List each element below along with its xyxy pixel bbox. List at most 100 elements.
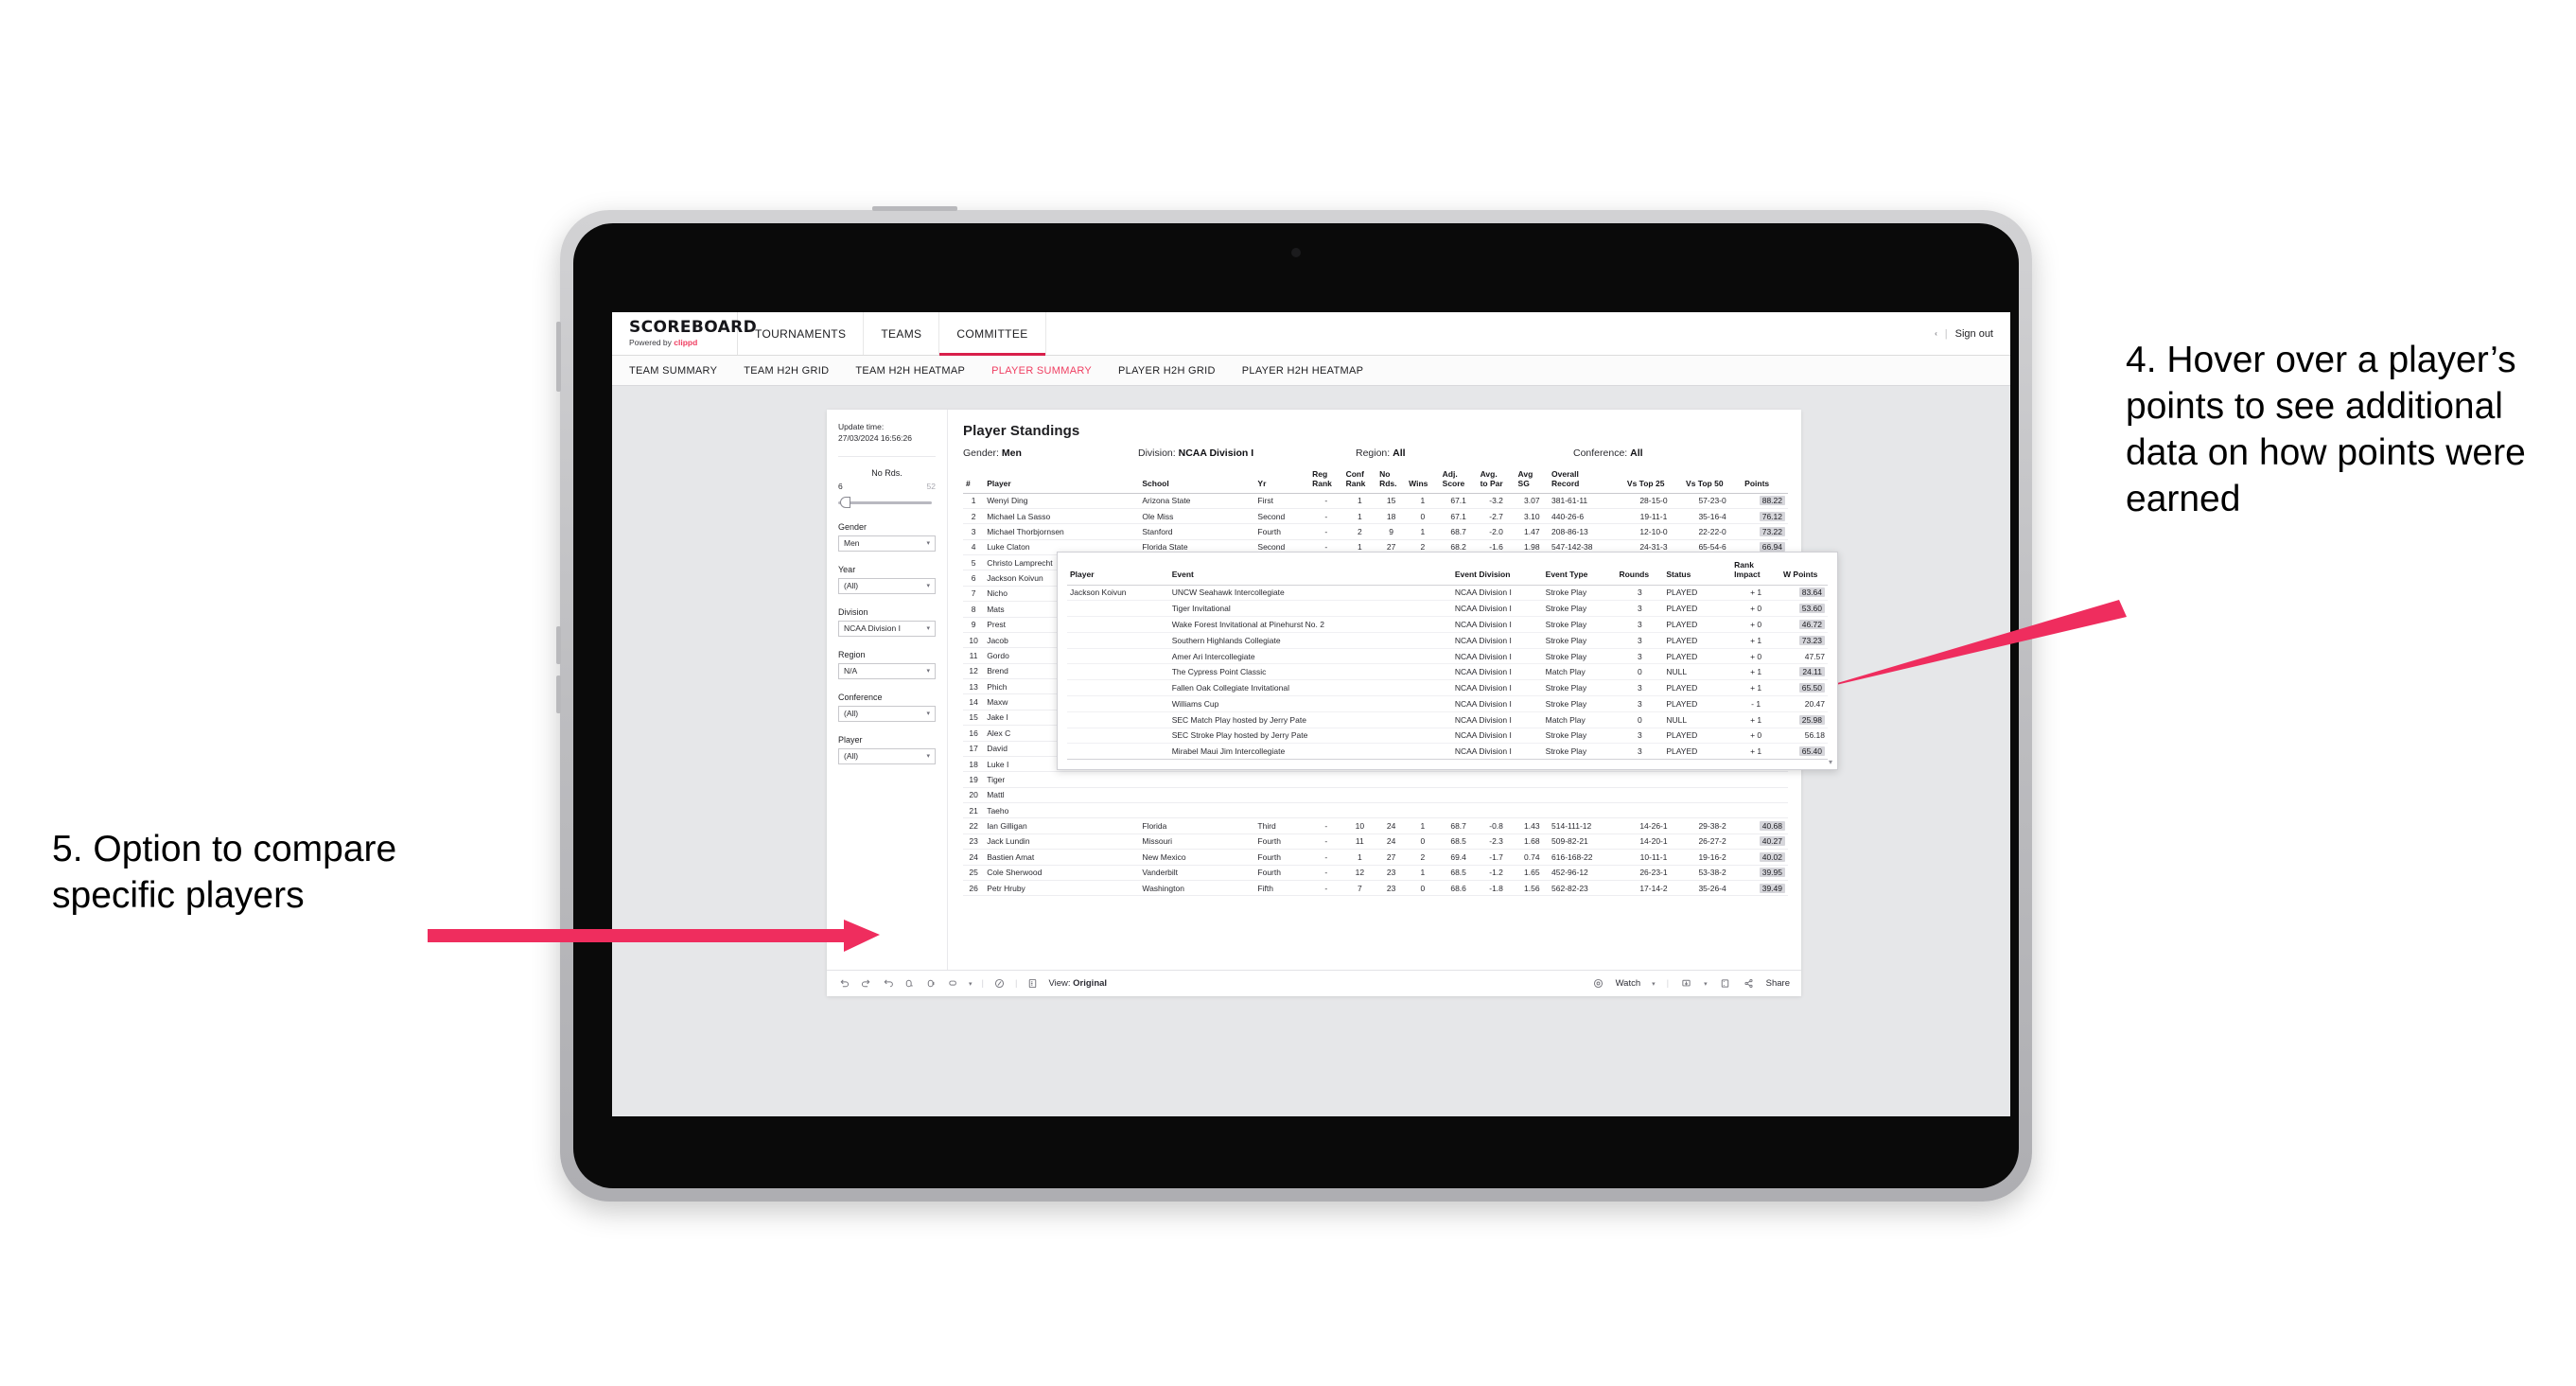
division-select[interactable]: NCAA Division I ▾: [838, 620, 936, 637]
tooltip-row: Tiger Invitational NCAA Division I Stroke …: [1067, 600, 1828, 618]
points-value[interactable]: 76.12: [1759, 511, 1785, 521]
points-value[interactable]: 40.68: [1759, 821, 1785, 832]
chevron-down-icon[interactable]: ▾: [969, 980, 973, 988]
col-vs-top-50[interactable]: Vs Top 50: [1683, 468, 1743, 494]
tab-player-h2h-grid[interactable]: PLAYER H2H GRID: [1118, 365, 1216, 377]
cell-points[interactable]: 39.49: [1742, 880, 1788, 897]
share-icon[interactable]: [1743, 977, 1755, 990]
cell-points[interactable]: 76.12: [1742, 508, 1788, 525]
sign-out-link[interactable]: Sign out: [1955, 328, 1993, 340]
cell-points[interactable]: [1742, 787, 1788, 804]
cell-avg-to-par: -3.2: [1477, 493, 1516, 509]
cell-points[interactable]: 40.68: [1742, 817, 1788, 834]
col-points[interactable]: Points: [1742, 468, 1788, 494]
tab-player-h2h-heatmap[interactable]: PLAYER H2H HEATMAP: [1242, 365, 1363, 377]
col-overall-record[interactable]: Overall Record: [1549, 468, 1624, 494]
col-school[interactable]: School: [1139, 468, 1255, 494]
clock-icon[interactable]: [993, 977, 1006, 990]
col-rank[interactable]: #: [963, 468, 985, 494]
table-row[interactable]: 19 Tiger: [963, 771, 1788, 788]
table-row[interactable]: 3 Michael Thorbjornsen Stanford Fourth -2 9 1 6…: [963, 523, 1788, 540]
col-avg-sg[interactable]: Avg SG: [1515, 468, 1550, 494]
table-row[interactable]: 2 Michael La Sasso Ole Miss Second -1 18 0 67.1…: [963, 508, 1788, 525]
refresh-icon[interactable]: [903, 977, 916, 990]
cell-school: New Mexico: [1139, 849, 1255, 866]
cell-points[interactable]: [1742, 802, 1788, 819]
points-value[interactable]: 40.27: [1759, 836, 1785, 847]
table-row[interactable]: 26 Petr Hruby Washington Fifth -7 23 0 68.6 -1.8…: [963, 880, 1788, 897]
cell-reg-rank: -: [1309, 508, 1343, 525]
cell-points[interactable]: [1742, 771, 1788, 788]
redo-icon[interactable]: [860, 977, 872, 990]
view-icon[interactable]: [1026, 977, 1039, 990]
tooltip-cell-rank-impact: + 1: [1731, 632, 1781, 649]
col-vs-top-25[interactable]: Vs Top 25: [1623, 468, 1684, 494]
chevron-down-icon[interactable]: ▾: [1652, 980, 1656, 988]
tooltip-scroll-indicator[interactable]: ▾: [1826, 758, 1835, 767]
col-adj-score[interactable]: Adj. Score: [1439, 468, 1478, 494]
view-label[interactable]: View: Original: [1048, 978, 1107, 989]
tab-player-summary[interactable]: PLAYER SUMMARY: [991, 365, 1092, 377]
year-select[interactable]: (All) ▾: [838, 577, 936, 594]
pause-icon[interactable]: [925, 977, 938, 990]
table-row[interactable]: 25 Cole Sherwood Vanderbilt Fourth -12 23 1 68.…: [963, 865, 1788, 881]
table-row[interactable]: 23 Jack Lundin Missouri Fourth -11 24 0 68.5 -2.…: [963, 833, 1788, 851]
player-select[interactable]: (All) ▾: [838, 747, 936, 764]
col-yr[interactable]: Yr: [1254, 468, 1310, 494]
share-label[interactable]: Share: [1766, 978, 1790, 989]
points-value[interactable]: 88.22: [1759, 496, 1785, 506]
col-reg-rank[interactable]: Reg Rank: [1309, 468, 1343, 494]
summary-division-key: Division:: [1138, 447, 1179, 459]
no-rounds-slider[interactable]: [838, 496, 936, 509]
nav-item-tournaments[interactable]: TOURNAMENTS: [738, 312, 865, 355]
cell-points[interactable]: 39.95: [1742, 865, 1788, 881]
conference-select[interactable]: (All) ▾: [838, 705, 936, 722]
cell-no-rds: 24: [1376, 817, 1407, 834]
watch-icon[interactable]: [1592, 977, 1604, 990]
cell-points[interactable]: 88.22: [1742, 493, 1788, 509]
tab-team-h2h-grid[interactable]: TEAM H2H GRID: [744, 365, 829, 377]
app-header-right: ‹ | Sign out: [1935, 312, 2010, 355]
points-value[interactable]: 40.02: [1759, 851, 1785, 862]
cell-points[interactable]: 73.22: [1742, 523, 1788, 540]
table-row[interactable]: 21 Taeho: [963, 802, 1788, 819]
user-menu-caret-icon[interactable]: ‹: [1935, 329, 1937, 338]
chevron-down-icon[interactable]: ▾: [1704, 980, 1708, 988]
col-no-rds[interactable]: No Rds.: [1376, 468, 1407, 494]
col-player[interactable]: Player: [984, 468, 1140, 494]
cell-points[interactable]: 40.27: [1742, 833, 1788, 851]
power-button[interactable]: [556, 322, 561, 392]
layout-icon[interactable]: [947, 977, 959, 990]
tab-team-summary[interactable]: TEAM SUMMARY: [629, 365, 717, 377]
tt-col-rounds: Rounds: [1616, 560, 1664, 586]
col-avg-to-par[interactable]: Avg. to Par: [1477, 468, 1516, 494]
table-row[interactable]: 24 Bastien Amat New Mexico Fourth -1 27 2 69.4-…: [963, 849, 1788, 866]
download-icon[interactable]: [1680, 977, 1692, 990]
cell-adj-score: 68.5: [1439, 833, 1478, 851]
col-wins[interactable]: Wins: [1406, 468, 1440, 494]
brand-logo[interactable]: SCOREBOARD Powered by clippd: [612, 312, 757, 355]
nav-item-teams[interactable]: TEAMS: [864, 312, 940, 355]
volume-down-button[interactable]: [556, 675, 561, 713]
points-value[interactable]: 39.95: [1759, 868, 1785, 878]
region-select[interactable]: N/A ▾: [838, 662, 936, 679]
cell-points[interactable]: 40.02: [1742, 849, 1788, 866]
watch-label[interactable]: Watch: [1616, 978, 1641, 989]
tooltip-cell-rank-impact: + 1: [1731, 585, 1781, 602]
fullscreen-icon[interactable]: [1719, 977, 1731, 990]
points-value[interactable]: 39.49: [1759, 883, 1785, 893]
nav-item-committee[interactable]: COMMITTEE: [939, 312, 1046, 356]
points-value[interactable]: 66.94: [1759, 542, 1785, 553]
volume-up-button[interactable]: [556, 626, 561, 664]
undo-icon[interactable]: [838, 977, 850, 990]
table-row[interactable]: 20 Mattl: [963, 787, 1788, 804]
tab-team-h2h-heatmap[interactable]: TEAM H2H HEATMAP: [855, 365, 965, 377]
col-conf-rank[interactable]: Conf Rank: [1342, 468, 1377, 494]
tooltip-cell-player: Jackson Koivun: [1067, 585, 1169, 602]
gender-select[interactable]: Men ▾: [838, 535, 936, 552]
table-row[interactable]: 1 Wenyi Ding Arizona State First -1 15 1 67.1 -3…: [963, 493, 1788, 509]
points-value[interactable]: 73.22: [1759, 526, 1785, 536]
revert-icon[interactable]: [882, 977, 894, 990]
table-row[interactable]: 22 Ian Gilligan Florida Third -10 24 1 68.7 -0.8…: [963, 817, 1788, 834]
slider-handle[interactable]: [840, 496, 850, 508]
